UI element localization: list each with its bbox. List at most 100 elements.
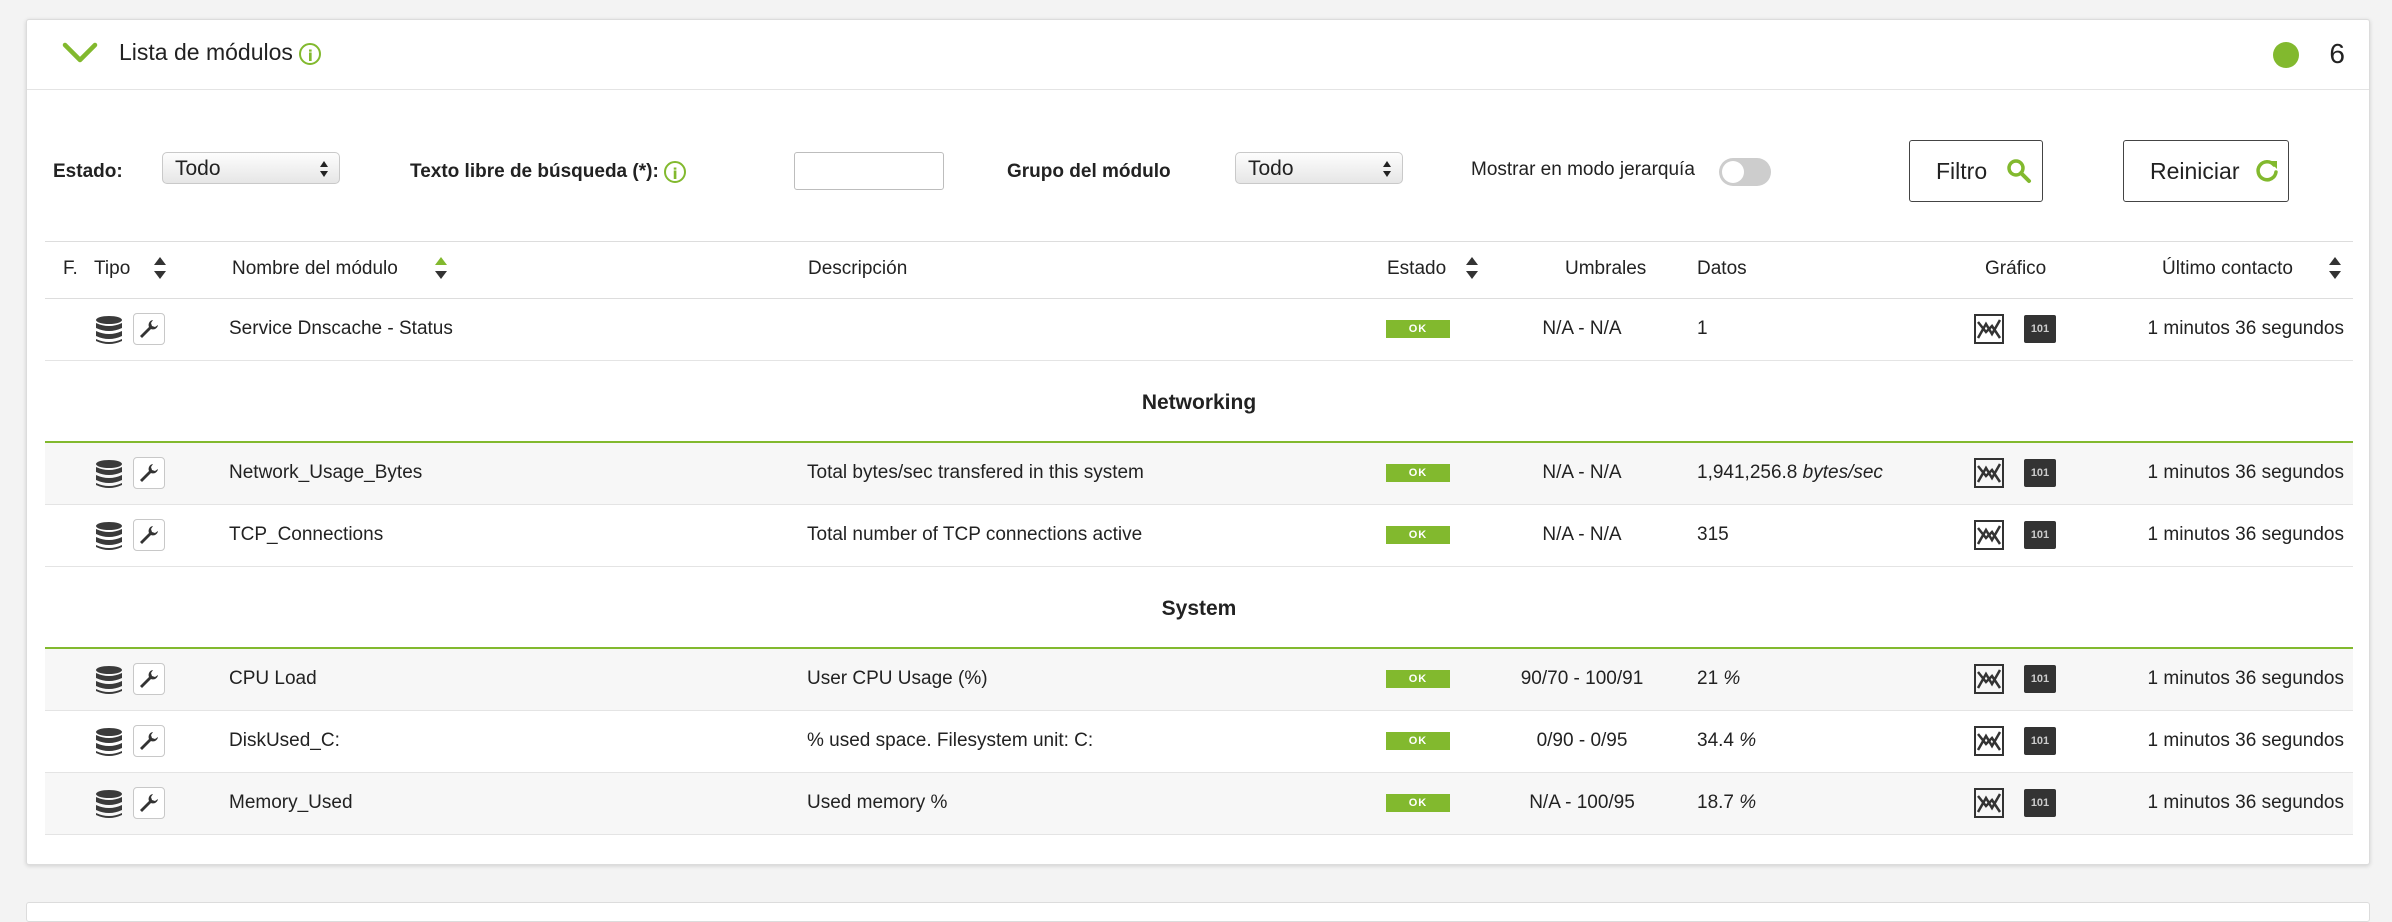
grupo-select-value: Todo: [1248, 157, 1294, 180]
last-contact: 1 minutos 36 segundos: [2147, 730, 2344, 751]
last-contact: 1 minutos 36 segundos: [2147, 462, 2344, 483]
configure-button[interactable]: [133, 725, 165, 757]
grupo-label: Grupo del módulo: [1007, 161, 1171, 182]
chevron-down-icon[interactable]: [61, 40, 99, 66]
panel-header: Lista de módulos i 6: [27, 20, 2369, 90]
thresholds: 0/90 - 0/95: [1536, 730, 1628, 751]
database-icon: [96, 728, 122, 756]
data-value: 34.4 %: [1697, 730, 1756, 752]
module-count: 6: [2329, 38, 2345, 69]
col-estado: Estado: [1387, 258, 1447, 279]
col-tipo: Tipo: [94, 258, 131, 279]
data-value: 21 %: [1697, 668, 1740, 690]
configure-button[interactable]: [133, 787, 165, 819]
data-number: 315: [1697, 524, 1729, 545]
col-grafico: Gráfico: [1985, 258, 2047, 279]
estado-select[interactable]: Todo: [162, 152, 340, 184]
refresh-icon: [2256, 160, 2278, 182]
module-name: CPU Load: [229, 668, 317, 689]
wrench-icon: [140, 670, 158, 688]
binary-data-icon[interactable]: 101: [2024, 665, 2056, 693]
modules-panel: Lista de módulos i 6 Estado: Todo Texto …: [26, 19, 2370, 865]
status-dot: [2273, 42, 2299, 68]
binary-data-icon[interactable]: 101: [2024, 789, 2056, 817]
col-nombre: Nombre del módulo: [232, 258, 398, 279]
reset-button-label: Reiniciar: [2150, 158, 2240, 184]
table-header: F. Tipo Nombre del módulo Descripción Es…: [45, 241, 2353, 299]
table-row: CPU Load User CPU Usage (%) OK 90/70 - 100/…: [45, 649, 2353, 711]
col-f: F.: [63, 258, 78, 279]
last-contact: 1 minutos 36 segundos: [2147, 318, 2344, 339]
table-body: Service Dnscache - Status OK N/A - N/A 1 101…: [45, 299, 2353, 835]
data-number: 1: [1697, 318, 1708, 339]
configure-button[interactable]: [133, 457, 165, 489]
wrench-icon: [140, 732, 158, 750]
hierarchy-toggle[interactable]: [1719, 158, 1771, 186]
sort-arrows-icon[interactable]: [1465, 255, 1479, 281]
graph-icon[interactable]: [1974, 458, 2004, 488]
grupo-select[interactable]: Todo: [1235, 152, 1403, 184]
col-ultimo-contacto: Último contacto: [2162, 258, 2293, 279]
module-description: Used memory %: [807, 792, 948, 813]
modules-table: F. Tipo Nombre del módulo Descripción Es…: [45, 241, 2353, 835]
graph-icon[interactable]: [1974, 314, 2004, 344]
wrench-icon: [140, 320, 158, 338]
data-number: 21: [1697, 668, 1719, 689]
data-unit: %: [1718, 668, 1741, 689]
panel-title: Lista de módulos i: [119, 39, 322, 66]
info-icon[interactable]: i: [299, 42, 322, 65]
configure-button[interactable]: [133, 313, 165, 345]
graph-icon[interactable]: [1974, 520, 2004, 550]
table-row: Network_Usage_Bytes Total bytes/sec trans…: [45, 443, 2353, 505]
data-number: 34.4: [1697, 730, 1734, 751]
sort-arrows-icon[interactable]: [153, 255, 167, 281]
col-descripcion: Descripción: [808, 258, 908, 279]
binary-data-icon[interactable]: 101: [2024, 315, 2056, 343]
wrench-icon: [140, 794, 158, 812]
configure-button[interactable]: [133, 663, 165, 695]
filter-button[interactable]: Filtro: [1909, 140, 2043, 202]
binary-data-icon[interactable]: 101: [2024, 521, 2056, 549]
database-icon: [96, 522, 122, 550]
last-contact: 1 minutos 36 segundos: [2147, 792, 2344, 813]
search-input[interactable]: [794, 152, 944, 190]
module-name: TCP_Connections: [229, 524, 384, 545]
thresholds: N/A - 100/95: [1529, 792, 1635, 813]
data-value: 1: [1697, 318, 1708, 340]
graph-icon[interactable]: [1974, 726, 2004, 756]
status-badge: OK: [1386, 526, 1450, 544]
module-description: Total bytes/sec transfered in this syste…: [807, 462, 1144, 483]
wrench-icon: [140, 464, 158, 482]
data-unit: %: [1733, 730, 1757, 751]
status-badge: OK: [1386, 794, 1450, 812]
module-name: Service Dnscache - Status: [229, 318, 453, 339]
status-badge: OK: [1386, 464, 1450, 482]
hierarchy-label: Mostrar en modo jerarquía: [1471, 159, 1695, 180]
col-umbrales: Umbrales: [1565, 258, 1647, 279]
binary-data-icon[interactable]: 101: [2024, 459, 2056, 487]
reset-button[interactable]: Reiniciar: [2123, 140, 2289, 202]
module-name: Memory_Used: [229, 792, 353, 813]
info-icon[interactable]: i: [664, 161, 687, 183]
thresholds: N/A - N/A: [1542, 524, 1622, 545]
configure-button[interactable]: [133, 519, 165, 551]
thresholds: N/A - N/A: [1542, 462, 1622, 483]
graph-icon[interactable]: [1974, 788, 2004, 818]
last-contact: 1 minutos 36 segundos: [2147, 668, 2344, 689]
sort-arrows-active-icon[interactable]: [434, 255, 448, 281]
thresholds: 90/70 - 100/91: [1520, 668, 1644, 689]
database-icon: [96, 790, 122, 818]
select-arrows-icon: [1383, 161, 1391, 177]
table-row: DiskUsed_C: % used space. Filesystem unit…: [45, 711, 2353, 773]
data-number: 18.7: [1697, 792, 1734, 813]
select-arrows-icon: [320, 161, 328, 177]
module-name: DiskUsed_C:: [229, 730, 340, 751]
graph-icon[interactable]: [1974, 664, 2004, 694]
sort-arrows-icon[interactable]: [2328, 255, 2342, 281]
status-badge: OK: [1386, 320, 1450, 338]
estado-label: Estado:: [53, 161, 123, 182]
filter-bar: Estado: Todo Texto libre de búsqueda (*)…: [27, 90, 2369, 240]
wrench-icon: [140, 526, 158, 544]
binary-data-icon[interactable]: 101: [2024, 727, 2056, 755]
col-datos: Datos: [1697, 258, 1747, 279]
